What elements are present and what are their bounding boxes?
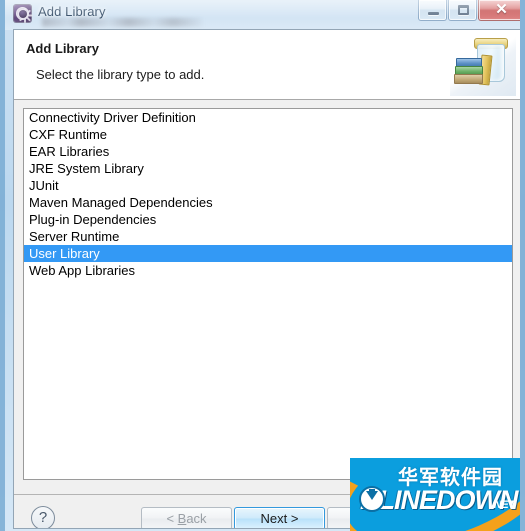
back-button[interactable]: < Back	[141, 507, 232, 528]
book-tan-icon	[454, 74, 483, 84]
help-button[interactable]: ?	[31, 506, 55, 528]
gear-icon	[14, 5, 32, 23]
list-item[interactable]: EAR Libraries	[24, 143, 512, 160]
next-button[interactable]: Next >	[234, 507, 325, 528]
dialog-window: Add Library ✕ Add Library Select the lib…	[0, 0, 525, 531]
list-item[interactable]: Web App Libraries	[24, 262, 512, 279]
page-title: Add Library	[26, 41, 99, 56]
watermark-tld-text: .NET	[491, 499, 515, 511]
list-item[interactable]: User Library	[24, 245, 512, 262]
minimize-button[interactable]	[418, 0, 447, 21]
list-item[interactable]: Plug-in Dependencies	[24, 211, 512, 228]
jar-with-books-icon	[450, 32, 516, 96]
list-item[interactable]: CXF Runtime	[24, 126, 512, 143]
title-bar[interactable]: Add Library ✕	[5, 0, 520, 29]
library-type-list[interactable]: Connectivity Driver Definition CXF Runtim…	[23, 108, 513, 480]
list-item[interactable]: Connectivity Driver Definition	[24, 109, 512, 126]
close-button[interactable]: ✕	[478, 0, 520, 21]
maximize-button[interactable]	[448, 0, 477, 21]
wizard-header: Add Library Select the library type to a…	[14, 30, 520, 100]
list-item[interactable]: JUnit	[24, 177, 512, 194]
watermark-overlay: 华军软件园 NLINEDOWN .NET	[350, 458, 520, 531]
close-icon: ✕	[495, 1, 508, 18]
page-subtitle: Select the library type to add.	[36, 67, 205, 82]
window-title: Add Library	[38, 4, 106, 19]
watermark-download-arrow-icon	[366, 491, 378, 500]
list-item[interactable]: JRE System Library	[24, 160, 512, 177]
dialog-client-area: Add Library Select the library type to a…	[13, 29, 520, 529]
list-item[interactable]: Server Runtime	[24, 228, 512, 245]
list-item[interactable]: Maven Managed Dependencies	[24, 194, 512, 211]
maximize-icon	[458, 5, 469, 15]
minimize-icon	[428, 12, 439, 15]
title-shadow-artifact	[42, 18, 202, 27]
window-controls: ✕	[417, 0, 520, 21]
